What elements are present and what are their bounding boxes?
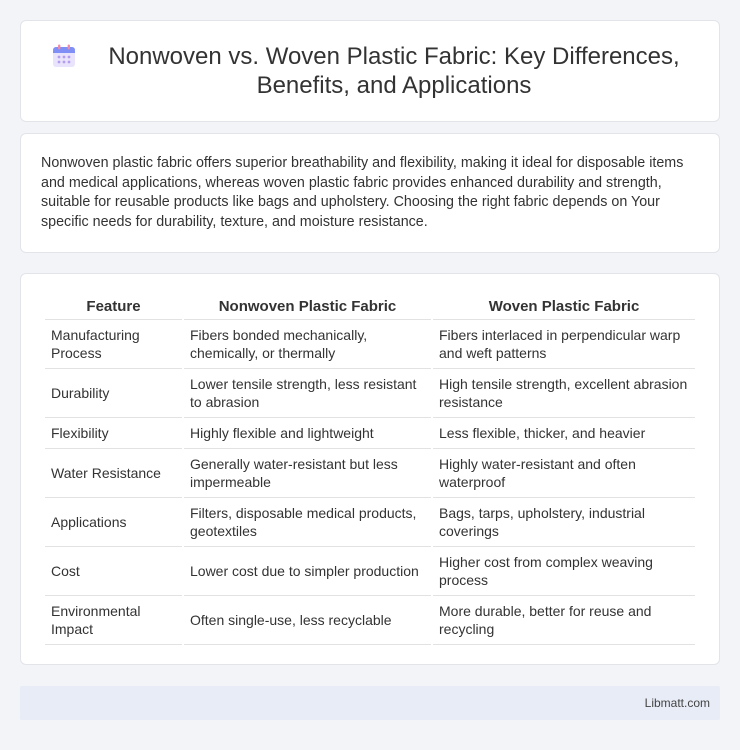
header-nonwoven: Nonwoven Plastic Fabric: [184, 294, 431, 320]
feature-cell: Applications: [45, 498, 182, 547]
feature-cell: Manufacturing Process: [45, 320, 182, 369]
intro-card: Nonwoven plastic fabric offers superior …: [20, 133, 720, 253]
feature-cell: Durability: [45, 369, 182, 418]
woven-cell: Less flexible, thicker, and heavier: [433, 418, 695, 449]
table-row: Applications Filters, disposable medical…: [45, 498, 695, 547]
table-row: Flexibility Highly flexible and lightwei…: [45, 418, 695, 449]
calendar-icon: [53, 44, 75, 67]
woven-cell: Highly water-resistant and often waterpr…: [433, 449, 695, 498]
feature-cell: Environmental Impact: [45, 596, 182, 645]
table-header-row: Feature Nonwoven Plastic Fabric Woven Pl…: [45, 294, 695, 320]
table-row: Environmental Impact Often single-use, l…: [45, 596, 695, 645]
feature-cell: Water Resistance: [45, 449, 182, 498]
nonwoven-cell: Fibers bonded mechanically, chemically, …: [184, 320, 431, 369]
header-woven: Woven Plastic Fabric: [433, 294, 695, 320]
nonwoven-cell: Highly flexible and lightweight: [184, 418, 431, 449]
feature-cell: Cost: [45, 547, 182, 596]
comparison-table: Feature Nonwoven Plastic Fabric Woven Pl…: [43, 294, 697, 645]
intro-paragraph: Nonwoven plastic fabric offers superior …: [41, 155, 684, 230]
feature-cell: Flexibility: [45, 418, 182, 449]
woven-cell: Fibers interlaced in perpendicular warp …: [433, 320, 695, 369]
header-feature: Feature: [45, 294, 182, 320]
woven-cell: More durable, better for reuse and recyc…: [433, 596, 695, 645]
footer-brand-link[interactable]: Libmatt.com: [645, 696, 710, 710]
footer-bar: Libmatt.com: [20, 686, 720, 720]
woven-cell: High tensile strength, excellent abrasio…: [433, 369, 695, 418]
woven-cell: Higher cost from complex weaving process: [433, 547, 695, 596]
table-row: Durability Lower tensile strength, less …: [45, 369, 695, 418]
nonwoven-cell: Filters, disposable medical products, ge…: [184, 498, 431, 547]
nonwoven-cell: Lower tensile strength, less resistant t…: [184, 369, 431, 418]
nonwoven-cell: Generally water-resistant but less imper…: [184, 449, 431, 498]
page-title: Nonwoven vs. Woven Plastic Fabric: Key D…: [108, 43, 680, 99]
table-row: Water Resistance Generally water-resista…: [45, 449, 695, 498]
table-row: Manufacturing Process Fibers bonded mech…: [45, 320, 695, 369]
nonwoven-cell: Lower cost due to simpler production: [184, 547, 431, 596]
table-row: Cost Lower cost due to simpler productio…: [45, 547, 695, 596]
title-card: Nonwoven vs. Woven Plastic Fabric: Key D…: [20, 20, 720, 122]
woven-cell: Bags, tarps, upholstery, industrial cove…: [433, 498, 695, 547]
nonwoven-cell: Often single-use, less recyclable: [184, 596, 431, 645]
comparison-card: Feature Nonwoven Plastic Fabric Woven Pl…: [20, 273, 720, 665]
